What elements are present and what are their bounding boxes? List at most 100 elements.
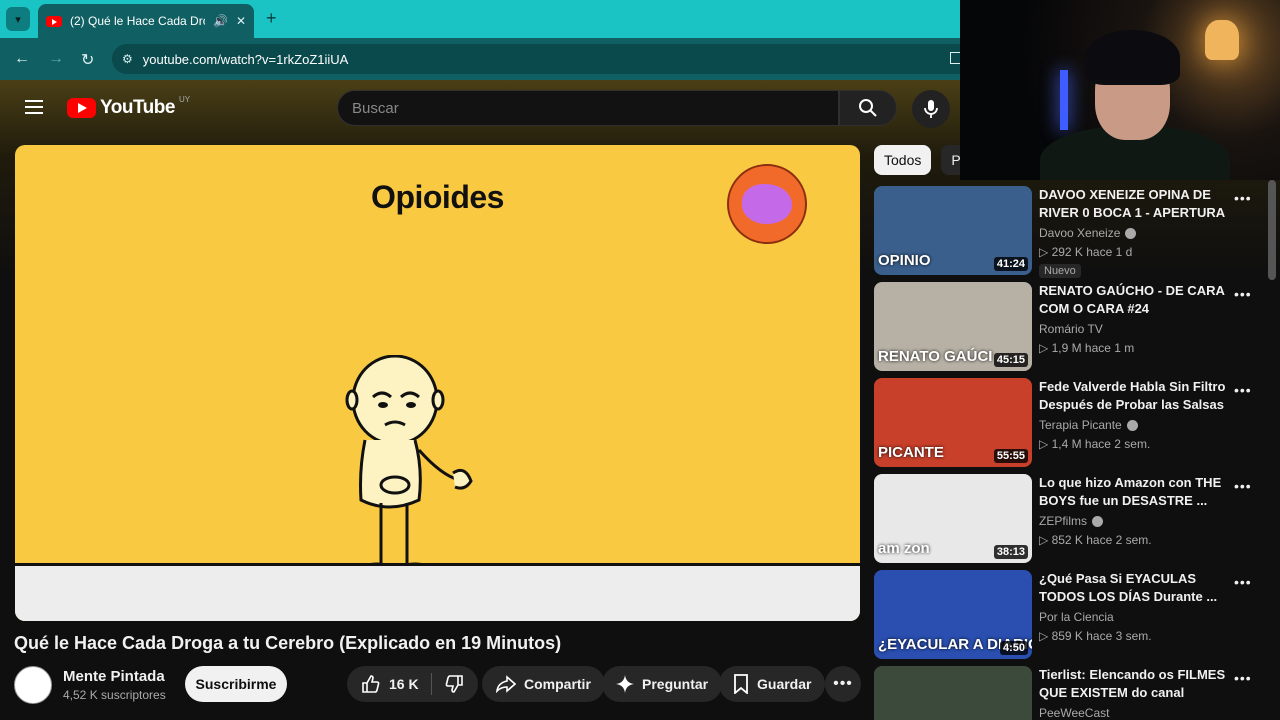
- more-options-icon[interactable]: •••: [1234, 478, 1252, 494]
- video-thumbnail[interactable]: am zon 38:13: [874, 474, 1032, 563]
- video-title: Qué le Hace Cada Droga a tu Cerebro (Exp…: [14, 633, 562, 653]
- save-label: Guardar: [757, 676, 812, 692]
- logo-text: YouTube: [100, 97, 175, 118]
- view-count-and-age: ▷ 1,4 M hace 2 sem.: [1039, 437, 1151, 451]
- subscriber-count: 4,52 K suscriptores: [63, 688, 166, 702]
- sidebar-scrollbar[interactable]: [1268, 180, 1276, 280]
- duration-badge: 45:15: [993, 353, 1028, 367]
- recommendation-title[interactable]: DAVOO XENEIZE OPINA DE RIVER 0 BOCA 1 - …: [1039, 186, 1234, 222]
- video-floor: [15, 563, 860, 621]
- url-text: youtube.com/watch?v=1rkZoZ1iiUA: [142, 51, 349, 67]
- recommendation-channel[interactable]: Romário TV: [1039, 322, 1103, 336]
- duration-badge: 4:50: [999, 641, 1028, 655]
- like-count[interactable]: 16 K: [389, 676, 419, 692]
- channel-label: PeeWeeCast: [1039, 706, 1110, 720]
- video-thumbnail[interactable]: ¿EYACULAR A DIARIO? 4:50: [874, 570, 1032, 659]
- thumbs-down-icon[interactable]: [444, 674, 464, 694]
- site-info-icon[interactable]: ⚙: [122, 52, 133, 66]
- recommendation-item[interactable]: Tierlist: Elencando os FILMES QUE EXISTE…: [874, 666, 1264, 720]
- new-tab-button[interactable]: +: [266, 8, 277, 29]
- channel-label: Romário TV: [1039, 322, 1103, 336]
- recommendation-title[interactable]: Tierlist: Elencando os FILMES QUE EXISTE…: [1039, 666, 1234, 702]
- like-dislike-bar: 16 K: [347, 666, 478, 702]
- url-omnibox[interactable]: ⚙ youtube.com/watch?v=1rkZoZ1iiUA: [112, 44, 960, 74]
- address-bar-row: ← → ↻ ⚙ youtube.com/watch?v=1rkZoZ1iiUA: [0, 38, 960, 80]
- video-thumbnail[interactable]: RENATO GAÚCI 45:15: [874, 282, 1032, 371]
- channel-name[interactable]: Mente Pintada: [63, 668, 165, 685]
- recommendation-title[interactable]: Fede Valverde Habla Sin Filtro Después d…: [1039, 378, 1234, 414]
- recommendation-channel[interactable]: PeeWeeCast: [1039, 706, 1109, 720]
- close-tab-icon[interactable]: ✕: [236, 14, 246, 28]
- video-player[interactable]: Opioides: [15, 145, 860, 621]
- recommendation-title[interactable]: Lo que hizo Amazon con THE BOYS fue un D…: [1039, 474, 1234, 510]
- duration-badge: 38:13: [993, 545, 1028, 559]
- verified-icon: [1126, 419, 1138, 431]
- video-thumbnail[interactable]: [874, 666, 1032, 720]
- thumbs-up-icon[interactable]: [361, 674, 381, 694]
- lamp: [1205, 20, 1239, 60]
- video-thumbnail[interactable]: OPINIO 41:24: [874, 186, 1032, 275]
- country-code: UY: [178, 94, 191, 104]
- speaker-icon[interactable]: 🔊: [213, 14, 228, 28]
- chip-todos[interactable]: Todos: [874, 145, 932, 175]
- channel-avatar[interactable]: [14, 666, 52, 704]
- more-options-icon[interactable]: •••: [1234, 574, 1252, 590]
- like-divider: [430, 673, 432, 695]
- view-count-and-age: ▷ 292 K hace 1 d: [1039, 245, 1133, 259]
- thumbnail-caption: RENATO GAÚCI: [878, 348, 993, 365]
- forward-icon[interactable]: →: [48, 50, 64, 68]
- search-button[interactable]: [839, 90, 897, 126]
- recommendation-channel[interactable]: Davoo Xeneize: [1039, 226, 1137, 240]
- bookmark-icon: [734, 674, 748, 694]
- browser-tab-active[interactable]: (2) Qué le Hace Cada Droga 🔊 ✕: [38, 4, 254, 38]
- view-count-and-age: ▷ 859 K hace 3 sem.: [1039, 629, 1152, 643]
- youtube-favicon-icon: [46, 15, 62, 27]
- video-thumbnail[interactable]: PICANTE 55:55: [874, 378, 1032, 467]
- search-input[interactable]: [352, 99, 838, 117]
- save-button[interactable]: Guardar: [719, 666, 826, 702]
- channel-label: Davoo Xeneize: [1039, 226, 1121, 240]
- filter-chips: Todos P: [874, 145, 971, 175]
- recommendation-item[interactable]: RENATO GAÚCI 45:15 RENATO GAÚCHO - DE CARA…: [874, 282, 1264, 372]
- new-badge: Nuevo: [1039, 264, 1081, 278]
- tab-title: (2) Qué le Hace Cada Droga: [70, 14, 205, 28]
- duration-badge: 41:24: [993, 257, 1028, 271]
- verified-icon: [1125, 227, 1137, 239]
- back-icon[interactable]: ←: [14, 50, 30, 68]
- search-box: [337, 90, 839, 126]
- cast-icon[interactable]: [950, 52, 960, 64]
- mic-icon: [924, 100, 938, 118]
- sparkle-icon: [616, 675, 634, 693]
- channel-label: Por la Ciencia: [1039, 610, 1114, 624]
- thumbnail-caption: OPINIO: [878, 252, 931, 269]
- more-options-icon[interactable]: •••: [1234, 670, 1252, 686]
- youtube-play-icon: [67, 98, 96, 118]
- channel-label: ZEPfilms: [1039, 514, 1087, 528]
- share-button[interactable]: Compartir: [482, 666, 605, 702]
- youtube-logo[interactable]: YouTube UY: [67, 94, 191, 119]
- recommendation-item[interactable]: ¿EYACULAR A DIARIO? 4:50 ¿Qué Pasa Si EYAC…: [874, 570, 1264, 660]
- opioid-flower-illustration: [727, 164, 807, 244]
- subscribe-button[interactable]: Suscribirme: [185, 666, 287, 702]
- menu-icon[interactable]: [25, 100, 43, 118]
- more-options-icon[interactable]: •••: [1234, 382, 1252, 398]
- recommendation-item[interactable]: PICANTE 55:55 Fede Valverde Habla Sin Filt…: [874, 378, 1264, 468]
- recommendation-channel[interactable]: Por la Ciencia: [1039, 610, 1114, 624]
- recommendation-title[interactable]: ¿Qué Pasa Si EYACULAS TODOS LOS DÍAS Dur…: [1039, 570, 1234, 606]
- led-light: [1060, 70, 1068, 130]
- cartoon-character-illustration: [345, 355, 473, 576]
- verified-icon: [1092, 515, 1103, 527]
- more-actions-button[interactable]: •••: [825, 666, 861, 702]
- recommendation-channel[interactable]: Terapia Picante: [1039, 418, 1138, 432]
- more-options-icon[interactable]: •••: [1234, 286, 1252, 302]
- duration-badge: 55:55: [993, 449, 1028, 463]
- voice-search-button[interactable]: [912, 90, 950, 128]
- tab-search-menu-button[interactable]: ▾: [6, 7, 30, 31]
- recommendation-item[interactable]: OPINIO 41:24 DAVOO XENEIZE OPINA DE RIVER …: [874, 186, 1264, 278]
- reload-icon[interactable]: ↻: [81, 50, 94, 70]
- recommendation-item[interactable]: am zon 38:13 Lo que hizo Amazon con THE BO…: [874, 474, 1264, 564]
- more-options-icon[interactable]: •••: [1234, 190, 1252, 206]
- ask-button[interactable]: Preguntar: [602, 666, 723, 702]
- recommendation-channel[interactable]: ZEPfilms: [1039, 514, 1103, 528]
- recommendation-title[interactable]: RENATO GAÚCHO - DE CARA COM O CARA #24: [1039, 282, 1234, 318]
